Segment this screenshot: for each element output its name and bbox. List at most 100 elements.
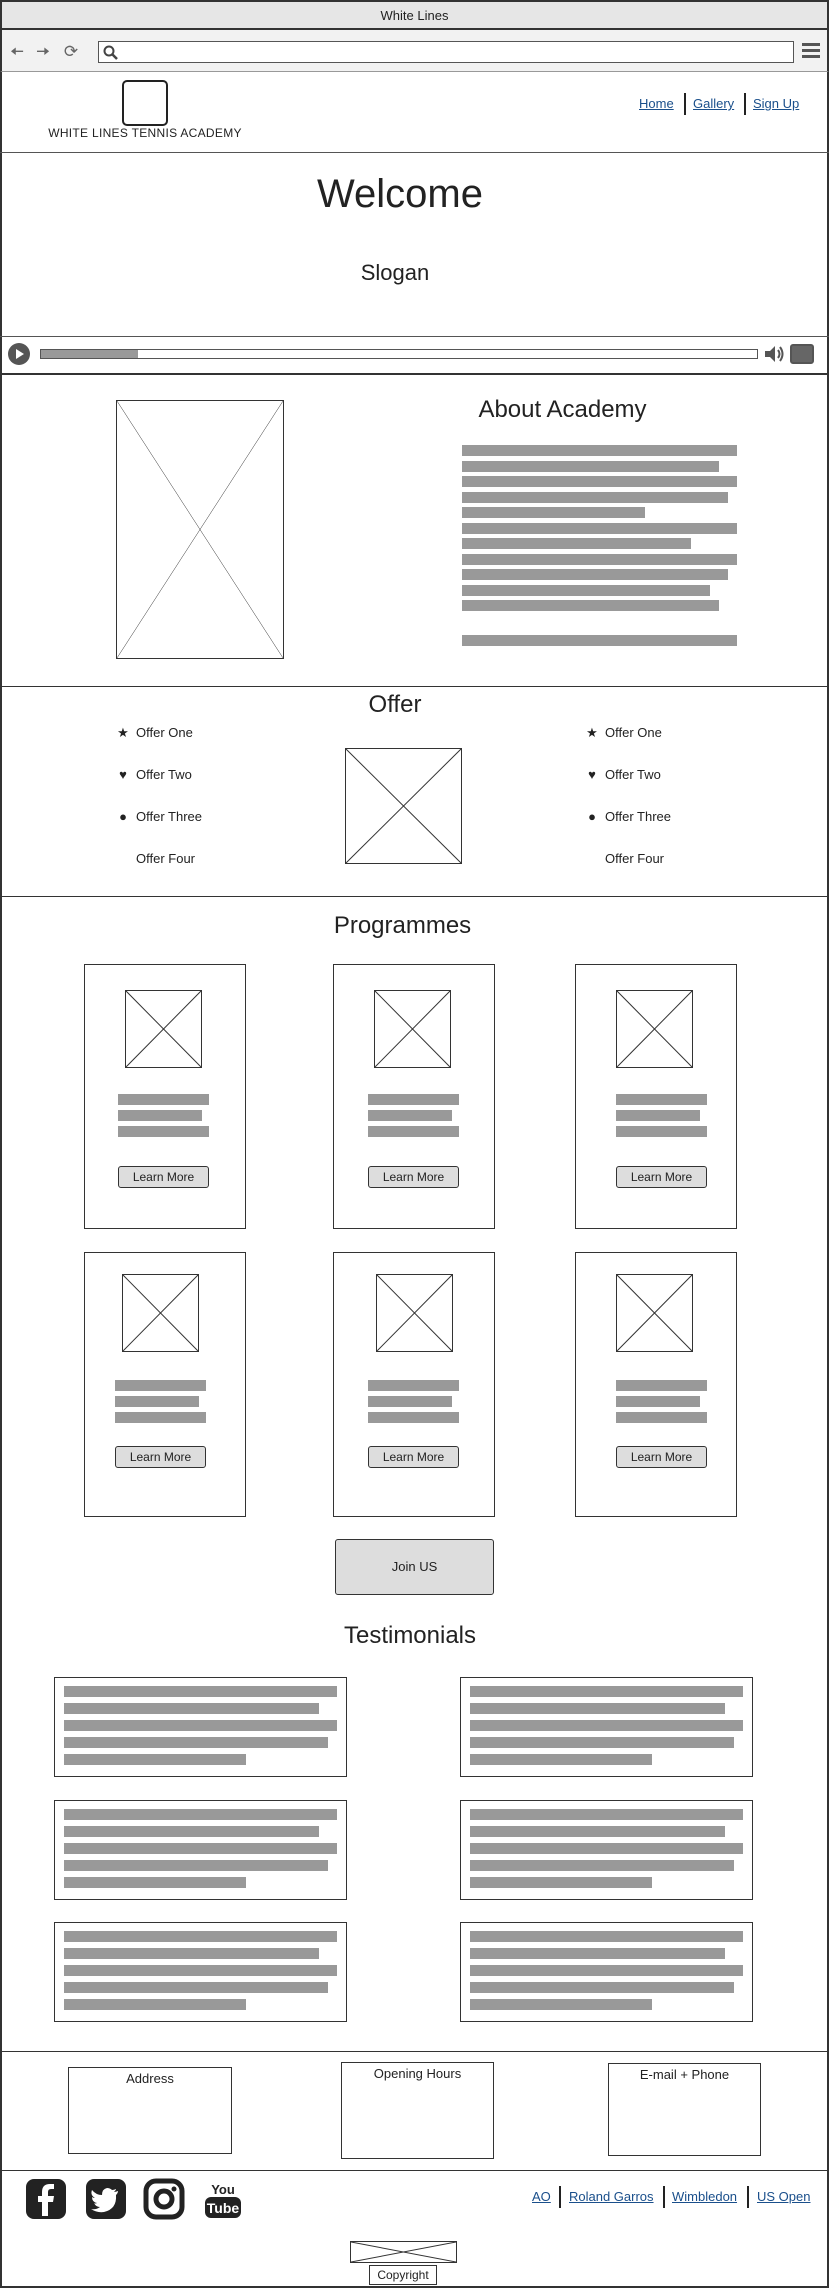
- programmes-title: Programmes: [333, 912, 472, 939]
- programme-image: [374, 990, 451, 1068]
- text-line: [64, 1737, 328, 1748]
- text-line: [462, 491, 728, 503]
- text-line: [64, 1686, 337, 1697]
- about-title: About Academy: [478, 396, 647, 423]
- footer-link-roland-garros[interactable]: Roland Garros: [569, 2189, 654, 2204]
- footer-link-wimbledon[interactable]: Wimbledon: [672, 2189, 737, 2204]
- back-icon[interactable]: 🠤: [8, 43, 26, 61]
- text-line: [64, 1965, 337, 1976]
- youtube-icon[interactable]: You Tube: [202, 2178, 244, 2220]
- text-line: [115, 1380, 206, 1391]
- offer-image: [345, 748, 462, 864]
- offer-title: Offer: [368, 691, 422, 718]
- offer-item: Offer Four: [116, 850, 276, 868]
- join-us-button[interactable]: Join US: [335, 1539, 494, 1595]
- learn-more-button[interactable]: Learn More: [616, 1446, 707, 1468]
- learn-more-button[interactable]: Learn More: [115, 1446, 206, 1468]
- about-image: [116, 400, 284, 659]
- offer-item: ★ Offer One: [585, 724, 745, 742]
- divider: [0, 373, 829, 375]
- star-icon: ★: [117, 725, 129, 740]
- play-icon[interactable]: [8, 343, 30, 365]
- learn-more-button[interactable]: Learn More: [368, 1446, 459, 1468]
- text-line: [470, 1999, 652, 2010]
- instagram-icon[interactable]: [143, 2178, 185, 2220]
- programme-image: [376, 1274, 453, 1352]
- footer-link-ao[interactable]: AO: [532, 2189, 551, 2204]
- logo[interactable]: [122, 80, 168, 126]
- offer-label: Offer Four: [605, 851, 665, 866]
- divider: [0, 336, 829, 337]
- text-line: [470, 1809, 743, 1820]
- offer-label: Offer Three: [136, 809, 202, 824]
- text-line: [64, 1826, 319, 1837]
- learn-more-button[interactable]: Learn More: [118, 1166, 209, 1188]
- programme-image: [616, 1274, 693, 1352]
- offer-label: Offer One: [136, 725, 193, 740]
- text-line: [118, 1094, 209, 1105]
- text-line: [616, 1126, 707, 1137]
- text-line: [462, 584, 710, 596]
- learn-more-button[interactable]: Learn More: [616, 1166, 707, 1188]
- text-line: [462, 553, 737, 565]
- hamburger-menu-icon[interactable]: [802, 43, 820, 61]
- window-title: White Lines: [0, 0, 829, 30]
- text-line: [64, 1754, 246, 1765]
- text-line: [462, 600, 719, 611]
- video-progress-bar[interactable]: [40, 349, 758, 359]
- text-line: [470, 1860, 734, 1871]
- text-line: [118, 1126, 209, 1137]
- text-line: [115, 1396, 199, 1407]
- text-line: [470, 1931, 743, 1942]
- facebook-icon[interactable]: [25, 2178, 67, 2220]
- text-line: [470, 1754, 652, 1765]
- offer-label: Offer Two: [605, 767, 661, 782]
- page-title: Welcome: [317, 172, 483, 216]
- text-line: [64, 1948, 319, 1959]
- text-line: [470, 1720, 743, 1731]
- text-line: [115, 1412, 206, 1423]
- nav-signup-link[interactable]: Sign Up: [753, 96, 799, 111]
- text-line: [616, 1380, 707, 1391]
- search-icon: [103, 45, 118, 60]
- divider: [0, 2051, 829, 2052]
- fullscreen-icon[interactable]: [790, 344, 814, 364]
- svg-text:Tube: Tube: [207, 2200, 240, 2216]
- star-icon: ★: [586, 725, 598, 740]
- copyright: Copyright: [369, 2265, 437, 2285]
- offer-label: Offer Two: [136, 767, 192, 782]
- circle-icon: ●: [119, 809, 127, 824]
- divider: [0, 2170, 829, 2171]
- url-input[interactable]: [98, 41, 794, 63]
- offer-item: ● Offer Three: [116, 808, 276, 826]
- text-line: [470, 1948, 725, 1959]
- forward-icon[interactable]: 🠦: [34, 43, 52, 61]
- brand-name: WHITE LINES TENNIS ACADEMY: [48, 126, 242, 140]
- text-line: [368, 1412, 459, 1423]
- video-progress-fill: [41, 350, 138, 358]
- text-line: [470, 1982, 734, 1993]
- text-line: [462, 445, 737, 456]
- volume-icon[interactable]: [763, 344, 785, 364]
- learn-more-button[interactable]: Learn More: [368, 1166, 459, 1188]
- text-line: [616, 1110, 700, 1121]
- twitter-icon[interactable]: [85, 2178, 127, 2220]
- footer-link-us-open[interactable]: US Open: [757, 2189, 810, 2204]
- nav-gallery-link[interactable]: Gallery: [693, 96, 734, 111]
- text-line: [462, 507, 645, 518]
- text-line: [368, 1094, 459, 1105]
- text-line: [64, 1877, 246, 1888]
- testimonials-title: Testimonials: [343, 1622, 477, 1649]
- offer-item: ★ Offer One: [116, 724, 276, 742]
- text-line: [470, 1703, 725, 1714]
- heart-icon: ♥: [588, 767, 596, 782]
- text-line: [462, 538, 691, 549]
- text-line: [470, 1965, 743, 1976]
- address-box: Address: [68, 2067, 232, 2154]
- reload-icon[interactable]: ⟳: [62, 43, 80, 61]
- text-line: [462, 522, 737, 534]
- footer-divider: [663, 2186, 665, 2208]
- footer-divider: [747, 2186, 749, 2208]
- nav-home-link[interactable]: Home: [639, 96, 674, 111]
- text-line: [64, 1982, 328, 1993]
